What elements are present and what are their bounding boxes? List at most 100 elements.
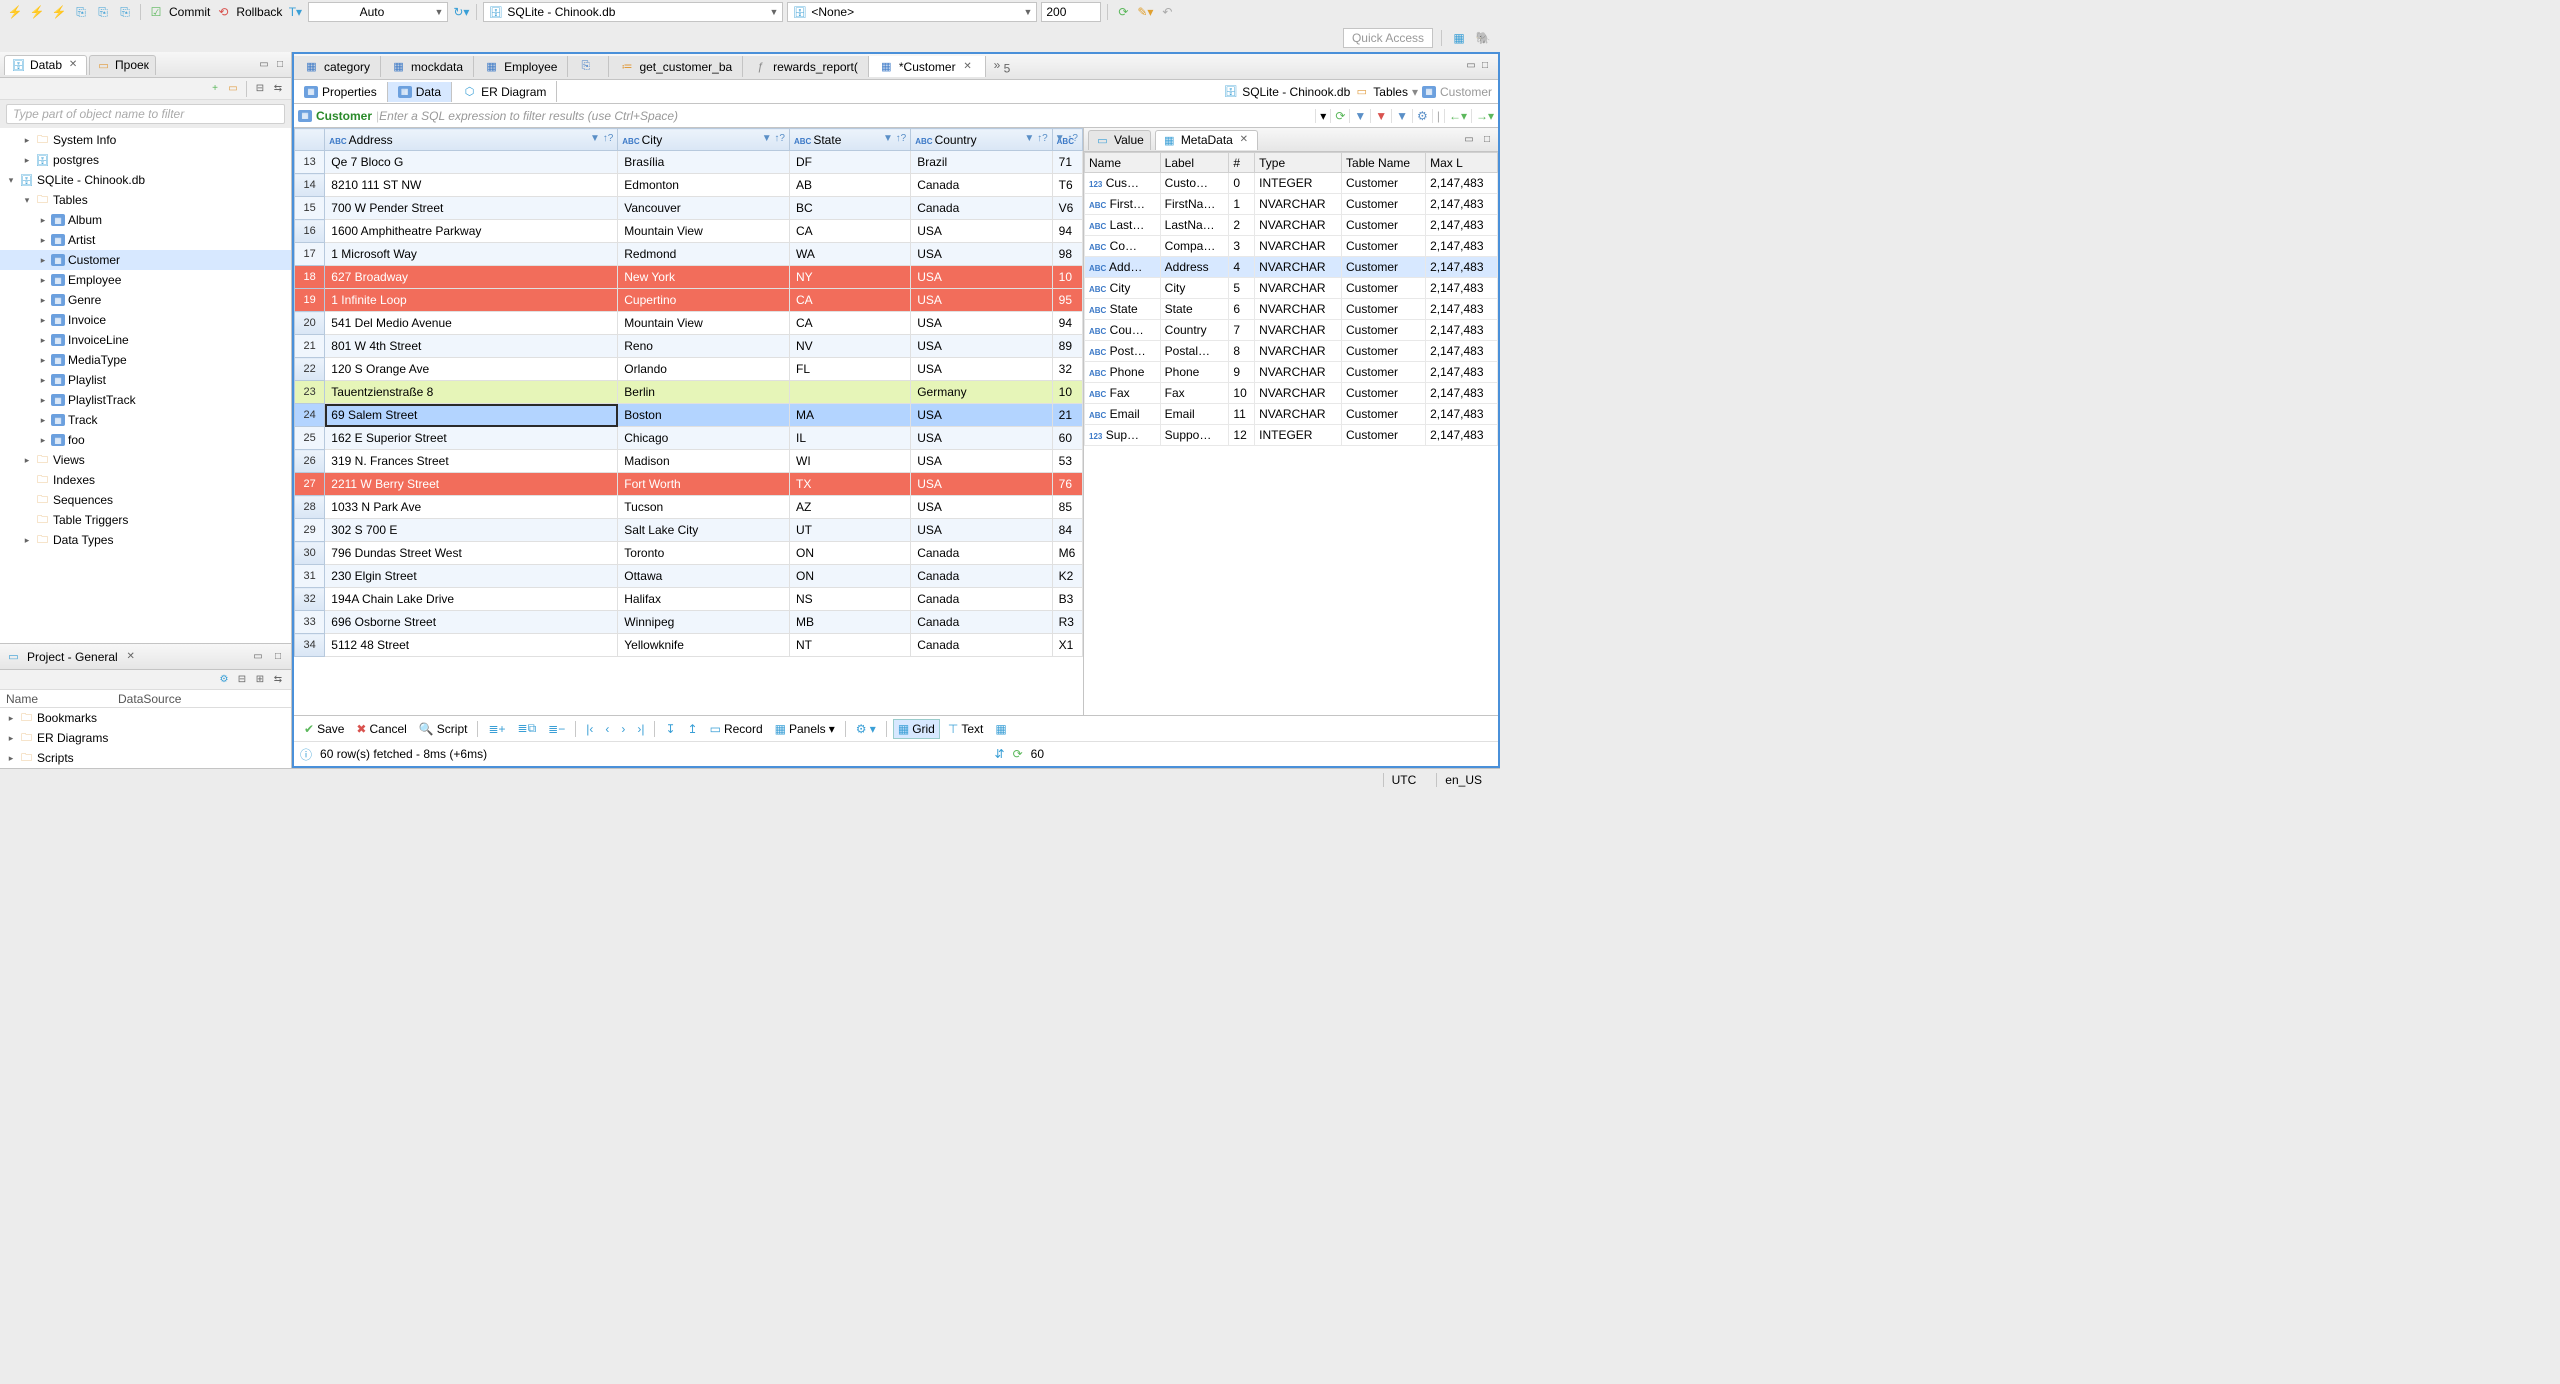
quick-access-button[interactable]: Quick Access (1343, 28, 1433, 48)
filter-icon[interactable]: ▼ ↑? (590, 133, 613, 144)
cell[interactable]: AZ (790, 496, 911, 519)
record-button[interactable]: ▭Record (706, 720, 767, 738)
cell[interactable]: Redmond (618, 243, 790, 266)
row-number[interactable]: 28 (295, 496, 325, 519)
cell[interactable]: 95 (1052, 289, 1082, 312)
rows-icon[interactable]: ⇵ (995, 747, 1005, 761)
link-icon[interactable]: ⇆ (271, 82, 285, 96)
expand-icon[interactable]: ⊞ (253, 673, 267, 687)
cell[interactable]: 700 W Pender Street (325, 197, 618, 220)
cell[interactable]: 10 (1052, 266, 1082, 289)
tree-item[interactable]: ▸▦MediaType (0, 350, 291, 370)
meta-row[interactable]: ABC StateState6NVARCHARCustomer2,147,483 (1085, 299, 1498, 320)
collapse-icon[interactable]: ⊟ (235, 673, 249, 687)
row-number[interactable]: 29 (295, 519, 325, 542)
cell[interactable]: Edmonton (618, 174, 790, 197)
cell[interactable]: 84 (1052, 519, 1082, 542)
cell[interactable]: 796 Dundas Street West (325, 542, 618, 565)
import-icon[interactable]: ↥ (684, 720, 702, 738)
twisty-icon[interactable]: ▸ (38, 375, 48, 386)
table-row[interactable]: 20541 Del Medio AvenueMountain ViewCAUSA… (295, 312, 1083, 335)
cell[interactable]: USA (911, 496, 1052, 519)
cell[interactable]: 76 (1052, 473, 1082, 496)
tree-item[interactable]: ▸🗀Views (0, 450, 291, 470)
cell[interactable]: 2211 W Berry Street (325, 473, 618, 496)
cell[interactable]: Canada (911, 565, 1052, 588)
cell[interactable]: 21 (1052, 404, 1082, 427)
table-row[interactable]: 32194A Chain Lake DriveHalifaxNSCanadaB3 (295, 588, 1083, 611)
table-row[interactable]: 171 Microsoft WayRedmondWAUSA98 (295, 243, 1083, 266)
cell[interactable]: USA (911, 266, 1052, 289)
cell[interactable]: R3 (1052, 611, 1082, 634)
plug-red-icon[interactable]: ⚡ (50, 3, 68, 21)
cell[interactable]: 627 Broadway (325, 266, 618, 289)
table-row[interactable]: 148210 111 ST NWEdmontonABCanadaT6 (295, 174, 1083, 197)
cell[interactable]: 162 E Superior Street (325, 427, 618, 450)
cell[interactable]: 230 Elgin Street (325, 565, 618, 588)
tree-item[interactable]: ▸🗀Data Types (0, 530, 291, 550)
twisty-icon[interactable]: ▸ (22, 135, 32, 146)
cell[interactable]: CA (790, 312, 911, 335)
cell[interactable]: 71 (1052, 151, 1082, 174)
editor-tab[interactable]: ▦*Customer✕ (869, 56, 986, 77)
cell[interactable]: USA (911, 404, 1052, 427)
cell[interactable]: 5112 48 Street (325, 634, 618, 657)
cell[interactable]: Canada (911, 197, 1052, 220)
editor-tab[interactable]: ▦category (294, 56, 381, 77)
tree-item[interactable]: ▸▦Artist (0, 230, 291, 250)
gear-icon[interactable]: ⚙ (217, 673, 231, 687)
filter-icon[interactable]: ▼ ↑? (883, 133, 906, 144)
editor-tab[interactable]: ⎘ (568, 56, 609, 77)
sql-editor-icon[interactable]: ⎘ (72, 3, 90, 21)
tabs-overflow[interactable]: » 5 (986, 58, 1019, 75)
export-icon[interactable]: ↧ (661, 720, 679, 738)
cell[interactable]: Canada (911, 542, 1052, 565)
cell[interactable]: B3 (1052, 588, 1082, 611)
table-row[interactable]: 30796 Dundas Street WestTorontoONCanadaM… (295, 542, 1083, 565)
table-row[interactable]: 281033 N Park AveTucsonAZUSA85 (295, 496, 1083, 519)
cell[interactable]: Canada (911, 588, 1052, 611)
meta-row[interactable]: ABC FaxFax10NVARCHARCustomer2,147,483 (1085, 383, 1498, 404)
text-view-button[interactable]: ⊤Text (944, 720, 987, 738)
cell[interactable]: Germany (911, 381, 1052, 404)
data-grid[interactable]: ABCAddress▼ ↑?ABCCity▼ ↑?ABCState▼ ↑?ABC… (294, 128, 1083, 715)
meta-header[interactable]: Table Name (1342, 153, 1426, 173)
filter-icon[interactable]: ▼ ↑? (1024, 133, 1047, 144)
nav-filter-input[interactable]: Type part of object name to filter (6, 104, 285, 124)
cell[interactable]: 302 S 700 E (325, 519, 618, 542)
value-tab[interactable]: ▭Value (1088, 130, 1151, 150)
row-number[interactable]: 23 (295, 381, 325, 404)
tree-item[interactable]: ▸🗀System Info (0, 130, 291, 150)
highlight-icon[interactable]: ✎▾ (1136, 3, 1154, 21)
cell[interactable]: M6 (1052, 542, 1082, 565)
meta-header[interactable]: Name (1085, 153, 1161, 173)
meta-row[interactable]: ABC Cou…Country7NVARCHARCustomer2,147,48… (1085, 320, 1498, 341)
cell[interactable]: 120 S Orange Ave (325, 358, 618, 381)
cell[interactable]: Madison (618, 450, 790, 473)
new-conn-icon[interactable]: + (208, 82, 222, 96)
cell[interactable]: New York (618, 266, 790, 289)
table-row[interactable]: 21801 W 4th StreetRenoNVUSA89 (295, 335, 1083, 358)
rollback-label[interactable]: Rollback (236, 5, 282, 19)
table-row[interactable]: 18627 BroadwayNew YorkNYUSA10 (295, 266, 1083, 289)
row-number[interactable]: 16 (295, 220, 325, 243)
twisty-icon[interactable]: ▸ (38, 315, 48, 326)
row-number[interactable]: 14 (295, 174, 325, 197)
editor-tab[interactable]: ƒrewards_report( (743, 56, 869, 77)
cell[interactable]: V6 (1052, 197, 1082, 220)
cell[interactable]: DF (790, 151, 911, 174)
cell[interactable]: NT (790, 634, 911, 657)
minimize-icon[interactable]: ▭ (257, 58, 271, 72)
table-row[interactable]: 15700 W Pender StreetVancouverBCCanadaV6 (295, 197, 1083, 220)
tree-item[interactable]: ▸▦Invoice (0, 310, 291, 330)
column-header[interactable]: ABCCity▼ ↑? (618, 129, 790, 151)
table-row[interactable]: 33696 Osborne StreetWinnipegMBCanadaR3 (295, 611, 1083, 634)
cell[interactable]: NS (790, 588, 911, 611)
table-row[interactable]: 25162 E Superior StreetChicagoILUSA60 (295, 427, 1083, 450)
table-row[interactable]: 31230 Elgin StreetOttawaONCanadaK2 (295, 565, 1083, 588)
cell[interactable]: Qe 7 Bloco G (325, 151, 618, 174)
table-row[interactable]: 22120 S Orange AveOrlandoFLUSA32 (295, 358, 1083, 381)
cell[interactable]: 801 W 4th Street (325, 335, 618, 358)
row-number[interactable]: 30 (295, 542, 325, 565)
cell[interactable]: UT (790, 519, 911, 542)
